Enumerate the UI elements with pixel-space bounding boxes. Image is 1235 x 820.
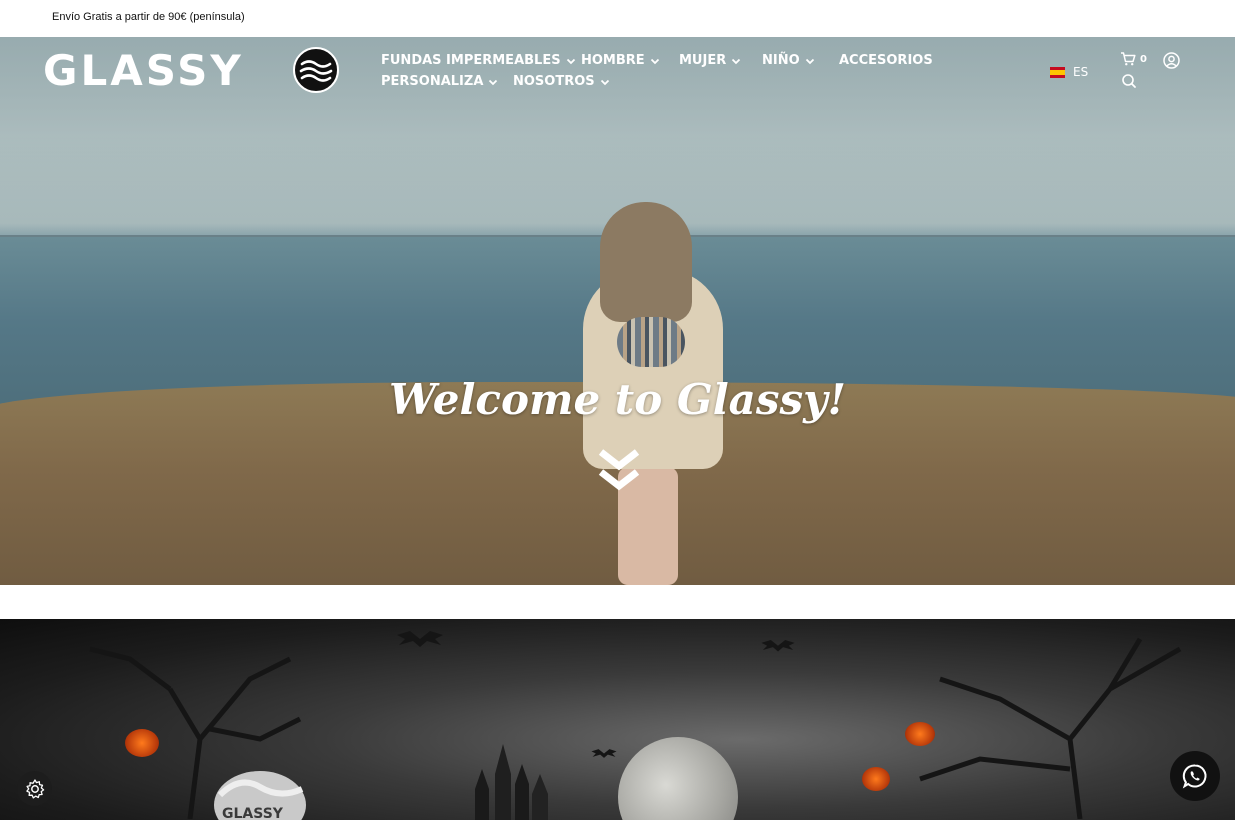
nav-label: HOMBRE bbox=[581, 53, 645, 68]
user-account-icon[interactable] bbox=[1163, 52, 1180, 69]
hero-banner bbox=[0, 37, 1235, 585]
nav-label: ACCESORIOS bbox=[839, 53, 933, 68]
hero-welcome-heading: Welcome to Glassy! bbox=[389, 375, 846, 424]
bat-icon bbox=[591, 749, 617, 758]
cart-button[interactable]: 0 bbox=[1120, 52, 1147, 66]
bat-icon bbox=[397, 631, 443, 647]
nav-label: PERSONALIZA bbox=[381, 74, 484, 89]
free-shipping-text: Envío Gratis a partir de 90€ (península) bbox=[52, 11, 245, 23]
nav-item-accesorios[interactable]: ACCESORIOS bbox=[839, 53, 933, 68]
nav-item-fundas-impermeables[interactable]: FUNDAS IMPERMEABLES bbox=[381, 53, 577, 68]
nav-label: FUNDAS IMPERMEABLES bbox=[381, 53, 561, 68]
chevron-down-icon bbox=[805, 58, 814, 64]
chevron-down-icon bbox=[489, 79, 498, 85]
chevron-down-icon bbox=[732, 58, 741, 64]
nav-label: NOSOTROS bbox=[513, 74, 595, 89]
hoodie-logo-print bbox=[617, 317, 685, 367]
section-spacer bbox=[0, 585, 1235, 619]
banner-logo-text: GLASSY bbox=[222, 806, 283, 820]
shopping-cart-icon bbox=[1121, 52, 1136, 66]
hero-figure-hair bbox=[600, 202, 692, 322]
cart-count: 0 bbox=[1140, 53, 1147, 65]
whatsapp-icon bbox=[1182, 764, 1207, 789]
cookie-settings-button[interactable] bbox=[17, 771, 52, 806]
nav-item-nino[interactable]: NIÑO bbox=[762, 53, 816, 68]
chevron-down-icon bbox=[650, 58, 659, 64]
announcement-bar: Envío Gratis a partir de 90€ (península) bbox=[0, 0, 1235, 37]
nav-label: MUJER bbox=[679, 53, 727, 68]
site-header: GLASSY FUNDAS IMPERMEABLES HOMBRE MUJER … bbox=[0, 37, 1235, 117]
nav-item-mujer[interactable]: MUJER bbox=[679, 53, 742, 68]
halloween-banner[interactable]: GLASSY bbox=[0, 619, 1235, 820]
wave-logo-icon bbox=[293, 47, 339, 93]
chevron-down-icon bbox=[600, 79, 609, 85]
logo-wordmark: GLASSY bbox=[43, 46, 244, 95]
pumpkin-graphic bbox=[905, 722, 935, 746]
nav-item-nosotros[interactable]: NOSOTROS bbox=[513, 74, 611, 89]
moon-graphic bbox=[618, 737, 738, 820]
double-chevron-down-icon[interactable] bbox=[598, 446, 640, 496]
whatsapp-chat-button[interactable] bbox=[1170, 751, 1220, 801]
nav-label: NIÑO bbox=[762, 53, 800, 68]
search-icon[interactable] bbox=[1121, 73, 1137, 89]
bat-icon bbox=[761, 639, 795, 652]
gear-icon bbox=[25, 778, 44, 799]
glassy-logo[interactable]: GLASSY bbox=[43, 47, 343, 97]
nav-item-personaliza[interactable]: PERSONALIZA bbox=[381, 74, 499, 89]
chevron-down-icon bbox=[566, 58, 575, 64]
pumpkin-graphic bbox=[125, 729, 159, 757]
language-switcher[interactable]: ES bbox=[1050, 65, 1088, 79]
nav-item-hombre[interactable]: HOMBRE bbox=[581, 53, 661, 68]
language-code: ES bbox=[1073, 65, 1089, 79]
castle-silhouette bbox=[475, 744, 548, 820]
spain-flag-icon bbox=[1050, 66, 1065, 78]
pumpkin-graphic bbox=[862, 767, 890, 791]
